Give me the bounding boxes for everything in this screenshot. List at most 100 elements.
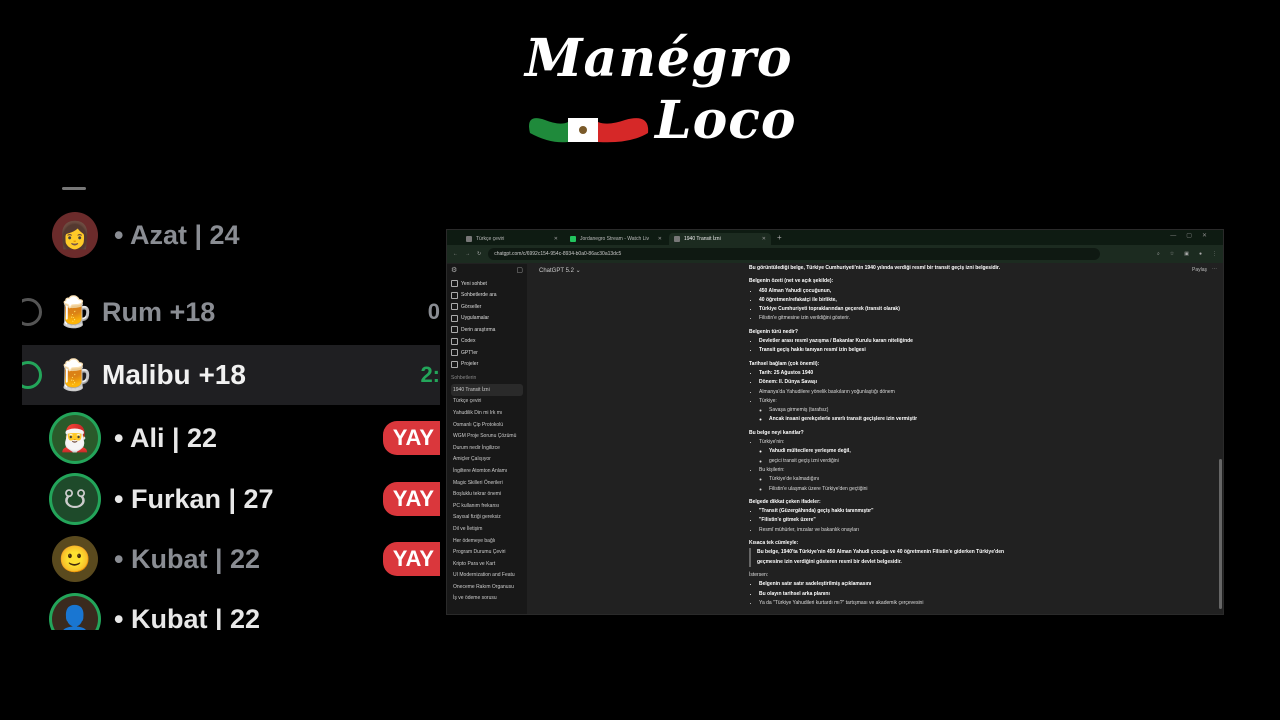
voice-user-row[interactable]: 👤 • Kubat | 22: [22, 589, 440, 630]
voice-channel-row[interactable]: 🍺 Rum +18 0: [22, 282, 440, 342]
voice-user-row[interactable]: 🎅 • Ali | 22 YAY: [22, 408, 440, 468]
list-item: Savaşa girmemiş (tarafsız): [769, 406, 1009, 415]
section-heading: Belgenin özeti (net ve açık şekilde):: [749, 278, 834, 285]
voice-user-row[interactable]: ☋ • Furkan | 27 YAY: [22, 469, 440, 529]
chat-history-item[interactable]: Türkçe çeviri: [451, 396, 523, 408]
browser-tab[interactable]: Türkçe çeviri ✕: [461, 233, 563, 245]
chat-history-item[interactable]: Magic Skilleri Önerileri: [451, 477, 523, 489]
browser-tab[interactable]: Jordanegro Stream - Watch Liv ✕: [565, 233, 667, 245]
chat-history-item[interactable]: Amiçler Çalışıyor: [451, 454, 523, 466]
research-icon: [451, 326, 458, 334]
list-item: Filistin'e gitmesine izin verildiğini gö…: [759, 314, 1009, 323]
nav-label: Derin araştırma: [461, 326, 496, 333]
voice-user-name: • Furkan | 27: [114, 483, 274, 514]
chat-history-item[interactable]: Boşluklu tekrar önemi: [451, 488, 523, 500]
sidebar-toggle-icon[interactable]: ▢: [516, 266, 523, 278]
sub-list: Savaşa girmemiş (tarafsız) Ancak insani …: [759, 406, 1009, 425]
voice-user-row[interactable]: 🙂 • Kubat | 22 YAY: [22, 529, 440, 589]
sidebar-nav-item[interactable]: Sohbetlerde ara: [451, 290, 523, 302]
beer-icon: 🍺: [56, 295, 94, 329]
chat-history-item[interactable]: UI Modernization and Featu: [451, 570, 523, 582]
sidebar-nav-item[interactable]: GPT'ler: [451, 347, 523, 359]
search-icon: [451, 291, 458, 299]
sidebar-nav-item[interactable]: Derin araştırma: [451, 324, 523, 336]
toolbar-icons: ⌕ ☆ ▣ ● ⋮: [1157, 251, 1217, 257]
summary-quote: Bu belge, 1940'ta Türkiye'nin 450 Alman …: [749, 548, 1009, 567]
channel-timer: 0: [427, 299, 440, 324]
sidebar-nav-item[interactable]: Uygulamalar: [451, 313, 523, 325]
list-item: geçici transit geçiş izni verdiğini: [769, 457, 1009, 466]
chat-history-item[interactable]: Yahudilik Din mi Irk mı: [451, 407, 523, 419]
voice-user-name: • Kubat | 22: [114, 603, 261, 631]
tab-title: Jordanegro Stream - Watch Liv: [580, 236, 650, 242]
chat-history-item[interactable]: Oneceme Rakım Organusu: [451, 581, 523, 593]
chat-history-list: 1940 Transit İzni Türkçe çeviri Yahudilik …: [451, 384, 523, 604]
close-icon[interactable]: ✕: [762, 236, 766, 242]
message-intro: Bu görüntülediği belge, Türkiye Cumhuriy…: [749, 265, 1000, 271]
chat-history-item[interactable]: WGM Proje Sorunu Çözümü: [451, 430, 523, 442]
close-icon[interactable]: ✕: [554, 236, 558, 242]
new-tab-icon[interactable]: +: [777, 233, 782, 242]
list-item: Tarih: 25 Ağustos 1940: [759, 369, 1009, 378]
voice-user-row[interactable]: 👩 • Azat | 24: [22, 205, 440, 265]
extensions-icon[interactable]: ▣: [1184, 251, 1189, 257]
nav-label: Projeler: [461, 361, 479, 368]
sidebar-nav-item[interactable]: Yeni sohbet: [451, 278, 523, 290]
tab-title: 1940 Transit İzni: [684, 236, 721, 242]
chat-history-item[interactable]: Her ödemeye bağlı: [451, 535, 523, 547]
chat-history-item[interactable]: Durum nedir İngilizce: [451, 442, 523, 454]
channel-status-icon: [22, 298, 42, 326]
bullet-list: "Transit (Güzergâhında) geçiş hakkı tanı…: [749, 507, 1009, 535]
list-item-text: Türkiye:: [759, 397, 777, 404]
sidebar-nav-item[interactable]: Codex: [451, 336, 523, 348]
new-chat-icon: [451, 280, 458, 288]
scrollbar-thumb[interactable]: [1219, 459, 1222, 609]
bullet-list: Belgenin satır satır sadeleştirilmiş açı…: [749, 580, 1009, 608]
chat-history-item[interactable]: İş ve ödeme sorusu: [451, 593, 523, 605]
menu-icon[interactable]: ⋮: [1212, 251, 1217, 257]
url-input[interactable]: chatgpt.com/c/6992c154-954c-8934-b0a0-86…: [488, 248, 1101, 260]
url-text: chatgpt.com/c/6992c154-954c-8934-b0a0-86…: [494, 251, 622, 257]
close-icon[interactable]: ✕: [658, 236, 662, 242]
section-heading: Belgede dikkat çeken ifadeler:: [749, 498, 821, 505]
openai-logo-icon[interactable]: ⚙: [451, 266, 457, 278]
search-icon[interactable]: ⌕: [1157, 251, 1160, 257]
chat-history-item[interactable]: Dil ve İletişim: [451, 523, 523, 535]
chat-history-item[interactable]: İngiltere Atomton Anlamı: [451, 465, 523, 477]
bullet-list: 450 Alman Yahudi çocuğunun, 40 öğretmen/…: [749, 287, 1009, 324]
sub-list: Türkiye'de kalmadığını Filistin'e ulaşma…: [759, 475, 1009, 494]
live-badge: YAY: [382, 421, 440, 455]
model-selector[interactable]: ChatGPT 5.2 ⌄: [539, 267, 581, 274]
reload-icon[interactable]: ↻: [477, 251, 481, 257]
share-button[interactable]: Paylaş: [1192, 267, 1207, 273]
live-badge: YAY: [382, 542, 440, 576]
sidebar-nav-item[interactable]: Projeler: [451, 359, 523, 371]
list-item: Transit geçiş hakkı tanıyan resmî izin b…: [759, 346, 1009, 355]
sidebar-nav-item[interactable]: Görseller: [451, 301, 523, 313]
more-icon[interactable]: ⋯: [1212, 266, 1217, 272]
chat-history-item[interactable]: PC kullanım frekansı: [451, 500, 523, 512]
chat-history-item[interactable]: Program Durumu Çeviri: [451, 546, 523, 558]
chatgpt-icon: [674, 236, 680, 242]
forward-icon[interactable]: →: [465, 251, 470, 257]
voice-user-name: • Azat | 24: [114, 219, 240, 250]
tab-bar: Türkçe çeviri ✕ Jordanegro Stream - Watc…: [447, 230, 1223, 245]
bullet-list: Tarih: 25 Ağustos 1940 Dönem: II. Dünya …: [749, 369, 1009, 425]
chat-history-item[interactable]: 1940 Transit İzni: [451, 384, 523, 396]
chat-history-item[interactable]: Osmanlı Çip Protokolü: [451, 419, 523, 431]
logo-text-line2: Loco: [655, 90, 797, 151]
window-controls[interactable]: —▢✕: [1170, 232, 1217, 239]
chat-history-item[interactable]: Kripto Para ve Kart: [451, 558, 523, 570]
list-item: "Transit (Güzergâhında) geçiş hakkı tanı…: [759, 507, 1009, 516]
list-item: Türkiye'de kalmadığını: [769, 475, 1009, 484]
star-icon[interactable]: ☆: [1170, 251, 1174, 257]
voice-channel-row-active[interactable]: 🍺 Malibu +18 2:: [22, 345, 440, 405]
browser-tab-active[interactable]: 1940 Transit İzni ✕: [669, 233, 771, 245]
voice-channel-name: Rum +18: [102, 296, 216, 327]
chat-history-item[interactable]: Sayısal fiziği gereksiz: [451, 512, 523, 524]
assistant-message: Bu görüntülediği belge, Türkiye Cumhuriy…: [749, 264, 1009, 608]
profile-icon[interactable]: ●: [1199, 251, 1202, 257]
avatar: 🙂: [52, 536, 98, 582]
back-icon[interactable]: ←: [453, 251, 458, 257]
list-item: Türkiye: Savaşa girmemiş (tarafsız) Anca…: [759, 397, 1009, 425]
